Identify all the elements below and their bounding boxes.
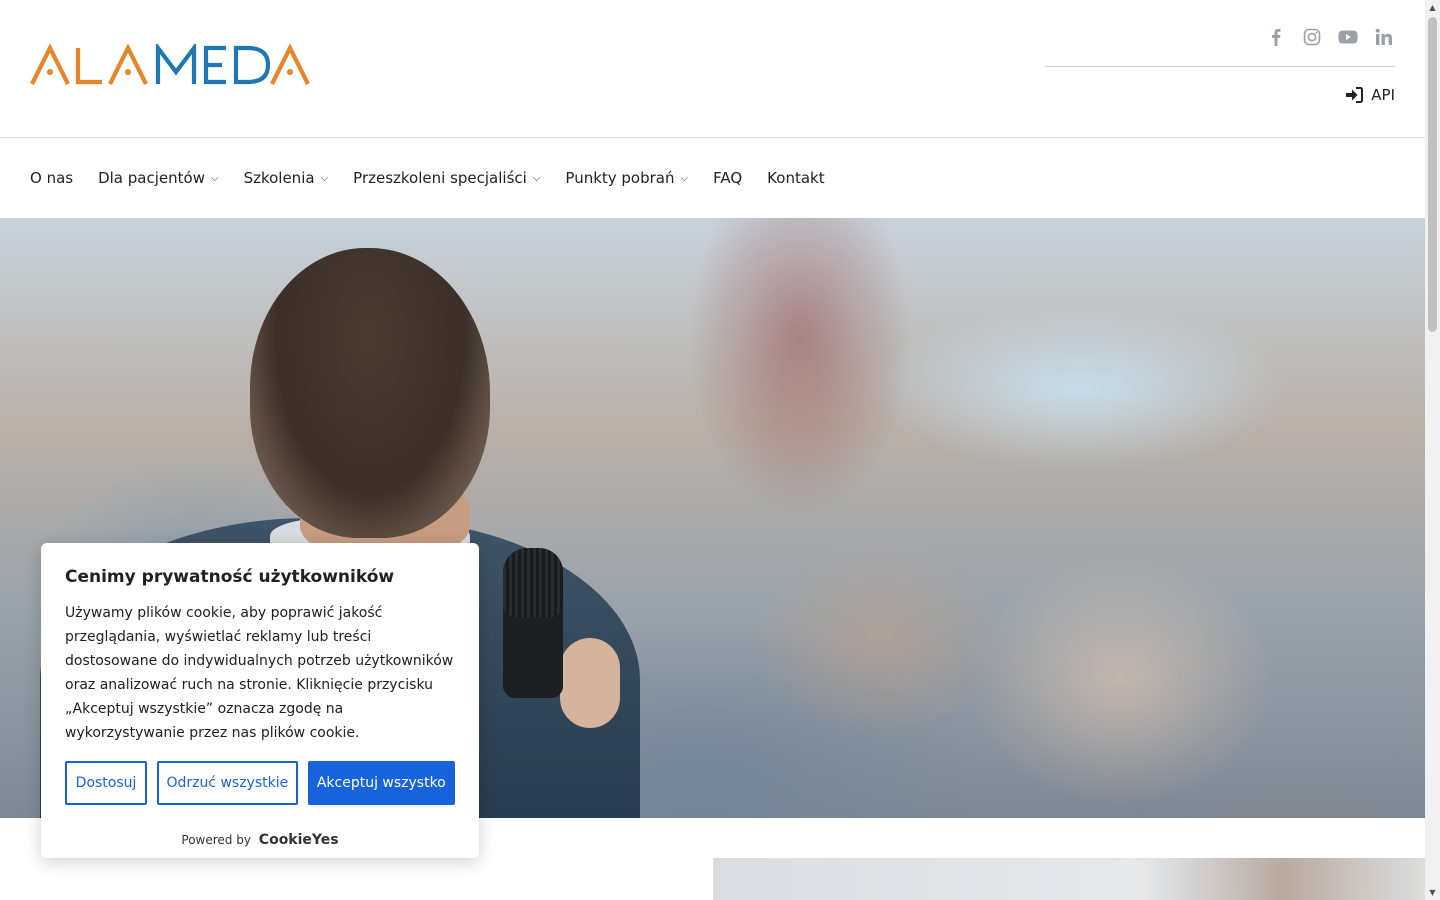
chevron-down-icon: ⌵ [532,172,541,184]
cookie-customize-button[interactable]: Dostosuj [65,761,148,805]
nav-item-szkolenia[interactable]: Szkolenia ⌵ [244,169,329,187]
section-image [713,858,1425,900]
nav-label: Dla pacjentów [98,169,205,187]
scroll-up-arrow-icon[interactable]: ▲ [1425,0,1440,15]
speaker-hand [560,638,620,728]
chevron-down-icon: ⌵ [680,172,689,184]
scrollbar-thumb[interactable] [1428,17,1437,332]
sign-in-icon [1346,87,1364,103]
social-links [1265,26,1395,48]
facebook-icon[interactable] [1265,26,1287,48]
api-label: API [1371,86,1395,104]
nav-label: Szkolenia [243,169,315,187]
header-divider [1045,66,1395,67]
nav-label: FAQ [713,169,743,187]
nav-item-przeszkoleni-specjalisci[interactable]: Przeszkoleni specjaliści ⌵ [353,169,540,187]
instagram-icon[interactable] [1301,26,1323,48]
nav-label: Kontakt [767,169,825,187]
page: API O nas Dla pacjentów ⌵ Szkolenia ⌵ Prze… [0,0,1425,900]
api-login-link[interactable]: API [1345,86,1395,104]
alameda-logo[interactable] [30,44,310,86]
cookie-buttons: Dostosuj Odrzuć wszystkie Akceptuj wszys… [65,761,455,805]
powered-by-label: Powered by [181,833,251,847]
cookieyes-logo[interactable]: CookieYes [259,832,339,848]
chevron-down-icon: ⌵ [320,172,329,184]
cookie-reject-button[interactable]: Odrzuć wszystkie [157,761,298,805]
nav-label: Punkty pobrań [565,169,675,187]
nav-label: Przeszkoleni specjaliści [353,169,527,187]
main-navigation: O nas Dla pacjentów ⌵ Szkolenia ⌵ Przeszko… [0,138,1425,218]
site-header: API [0,0,1425,138]
cookie-text: Używamy plików cookie, aby poprawić jako… [65,605,454,741]
vertical-scrollbar[interactable]: ▲ ▼ [1425,0,1440,900]
chevron-down-icon: ⌵ [210,172,219,184]
nav-item-o-nas[interactable]: O nas [30,169,73,187]
microphone-grill [503,548,563,618]
cookie-title: Cenimy prywatność użytkowników [65,567,395,587]
nav-item-faq[interactable]: FAQ [713,169,742,187]
cookie-accept-button[interactable]: Akceptuj wszystko [307,761,455,805]
linkedin-icon[interactable] [1373,26,1395,48]
youtube-icon[interactable] [1337,26,1359,48]
nav-item-kontakt[interactable]: Kontakt [767,169,824,187]
cookie-powered-by: Powered by CookieYes [41,832,479,848]
nav-item-punkty-pobran[interactable]: Punkty pobrań ⌵ [565,169,688,187]
nav-item-dla-pacjentow[interactable]: Dla pacjentów ⌵ [98,169,218,187]
scroll-down-arrow-icon[interactable]: ▼ [1425,885,1440,900]
cookie-consent-banner: Cenimy prywatność użytkowników Używamy p… [41,543,479,858]
nav-label: O nas [30,169,74,187]
speaker-head [250,248,490,538]
